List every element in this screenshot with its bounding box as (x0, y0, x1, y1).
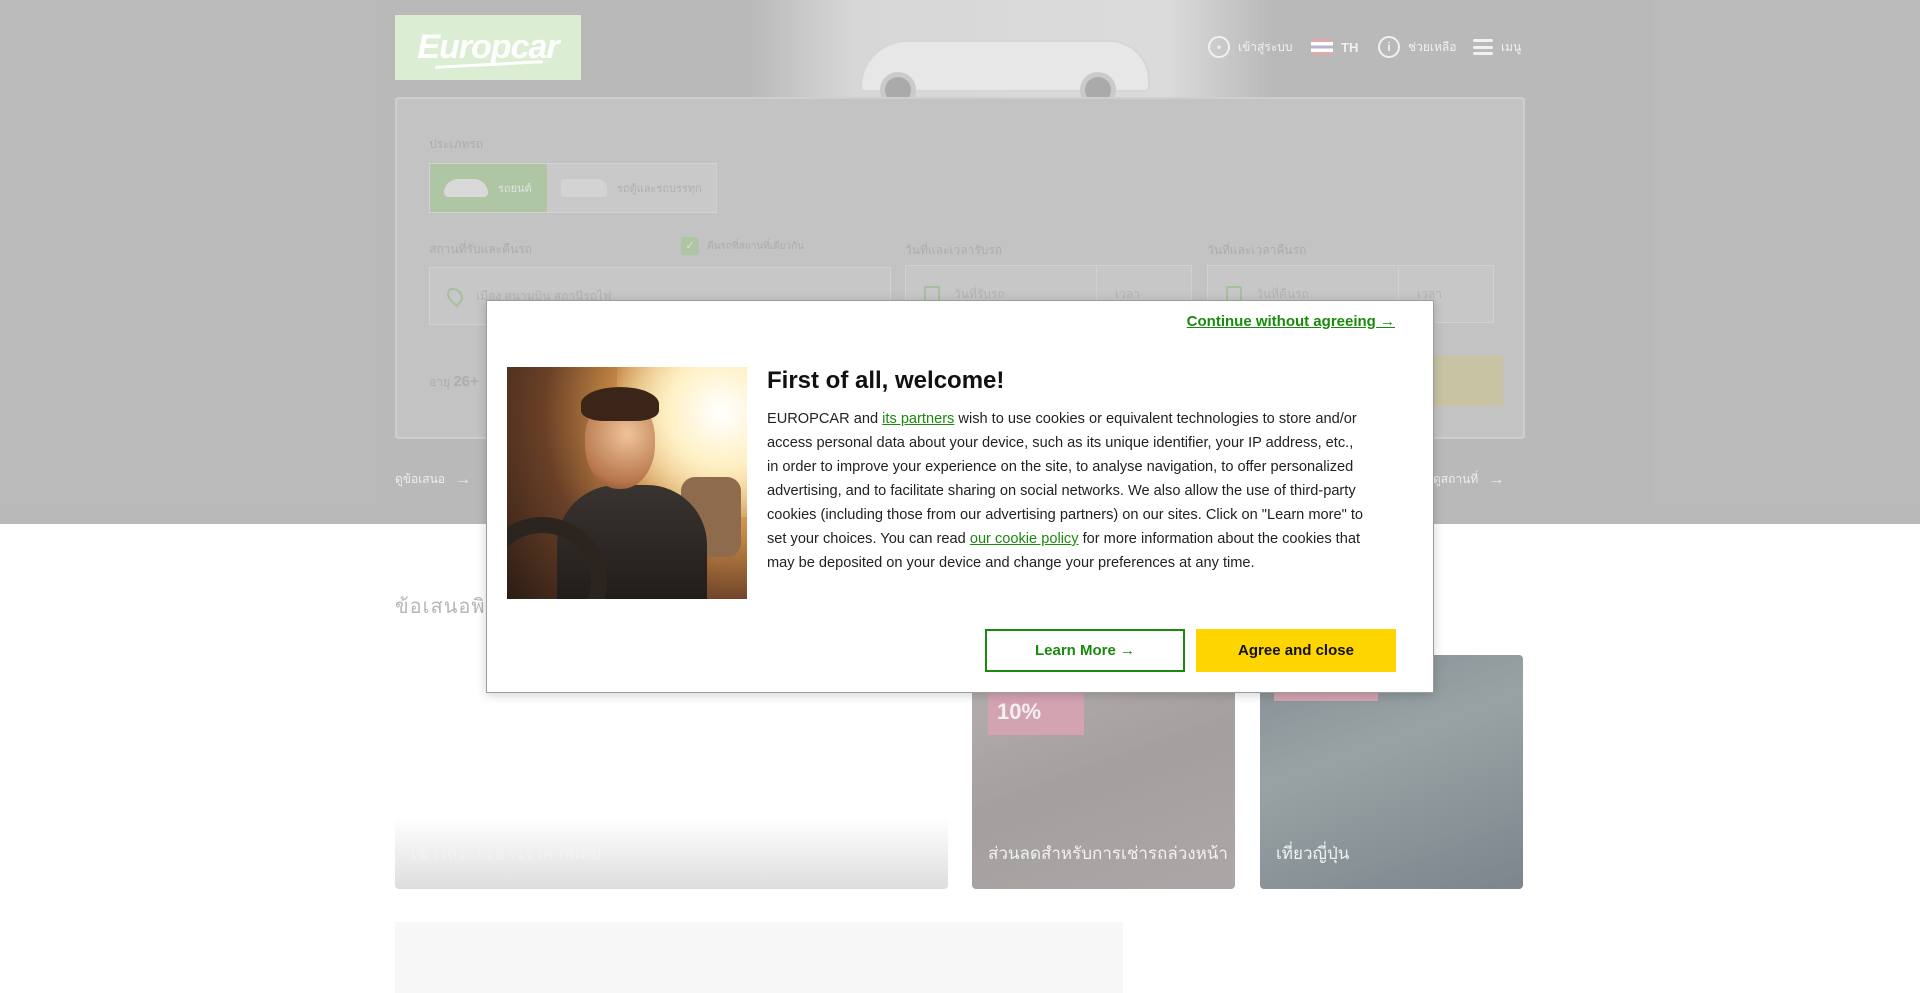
cookie-policy-link[interactable]: our cookie policy (970, 531, 1079, 547)
learn-more-button[interactable]: Learn More → (985, 629, 1185, 672)
body-text: wish to use cookies or equivalent techno… (767, 411, 1364, 547)
cookie-consent-dialog: Continue without agreeing → First of all… (486, 300, 1434, 693)
body-text: EUROPCAR and (767, 411, 883, 427)
continue-without-agreeing-link[interactable]: Continue without agreeing → (1187, 313, 1395, 330)
partners-link[interactable]: its partners (882, 411, 954, 427)
dialog-title: First of all, welcome! (767, 367, 1005, 394)
agree-and-close-button[interactable]: Agree and close (1196, 629, 1396, 672)
smiling-driver-photo (507, 367, 747, 599)
dialog-body-text: EUROPCAR and its partners wish to use co… (767, 407, 1367, 575)
